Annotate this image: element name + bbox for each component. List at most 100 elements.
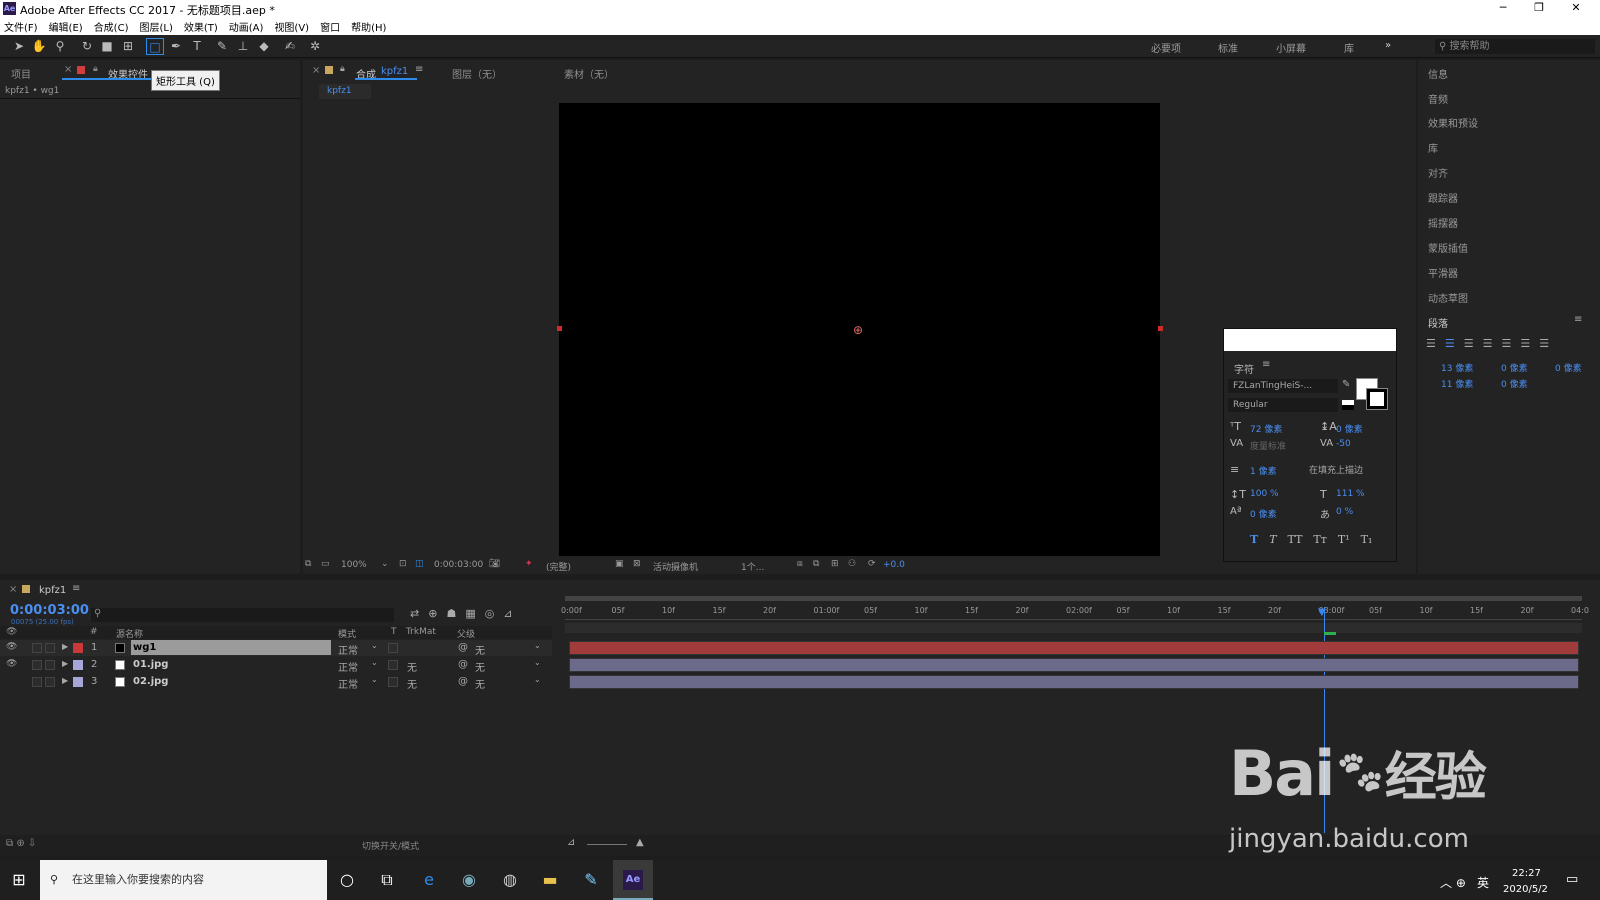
font-style-select[interactable]: Regular <box>1228 398 1338 412</box>
timeline-icon[interactable]: ⧉ <box>813 559 819 569</box>
workspace-libraries[interactable]: 库 <box>1344 40 1354 55</box>
panel-mask-interpolation[interactable]: 蒙版插值 <box>1428 240 1468 255</box>
menu-composition[interactable]: 合成(C) <box>94 19 129 34</box>
tab-layer[interactable]: 图层（无） <box>452 66 502 81</box>
paint-icon[interactable]: ✎ <box>576 865 606 895</box>
stroke-color-swatch[interactable] <box>1366 388 1388 410</box>
brush-tool-icon[interactable]: ✎ <box>213 38 231 55</box>
menu-help[interactable]: 帮助(H) <box>351 19 386 34</box>
solo-switch[interactable] <box>32 660 42 670</box>
label-color[interactable] <box>73 643 83 653</box>
expand-arrow-icon[interactable]: ▶ <box>62 642 68 651</box>
parent-select[interactable]: 无 <box>475 659 485 674</box>
time-ruler[interactable]: 0:00f 05f 10f 15f 20f 01:00f 05f 10f 15f 20f 02:00… <box>561 604 1589 620</box>
menu-window[interactable]: 窗口 <box>320 19 340 34</box>
align-right-icon[interactable]: ☰ <box>1464 337 1474 350</box>
layer-name[interactable]: wg1 <box>131 640 331 655</box>
track-matte-select[interactable]: 无 <box>407 659 417 674</box>
tray-icons[interactable]: ︿ ⊕ <box>1440 874 1466 891</box>
align-left-icon[interactable]: ☰ <box>1426 337 1436 350</box>
pen-tool-icon[interactable]: ✒ <box>167 38 185 55</box>
flowchart-icon[interactable]: ⊞ <box>831 559 839 569</box>
solo-switch[interactable] <box>32 677 42 687</box>
workspace-essentials[interactable]: 必要项 <box>1151 40 1181 55</box>
time-navigator[interactable] <box>565 623 1582 633</box>
grid-icon[interactable]: ⊡ <box>399 559 407 569</box>
pick-whip-icon[interactable]: @ <box>458 642 468 653</box>
leading-value[interactable]: 0 像素 <box>1336 422 1363 435</box>
snapshot-icon[interactable]: 📷︎ <box>489 559 500 569</box>
faux-bold-button[interactable]: T <box>1250 533 1258 546</box>
bounding-handle-left[interactable] <box>557 326 562 331</box>
preserve-transparency-switch[interactable] <box>388 643 398 653</box>
tab-footage[interactable]: 素材（无） <box>564 66 614 81</box>
layer-name[interactable]: 02.jpg <box>131 674 331 689</box>
layer-row[interactable]: 👁︎ ▶ 2 01.jpg 正常 ⌄ 无 @ 无 ⌄ <box>0 657 552 674</box>
exposure-value[interactable]: +0.0 <box>883 560 905 570</box>
workspace-small-screen[interactable]: 小屏幕 <box>1276 40 1306 55</box>
fast-previews-icon[interactable]: ⧈ <box>797 559 803 569</box>
justify-right-icon[interactable]: ☰ <box>1520 337 1530 350</box>
subscript-button[interactable]: T₁ <box>1361 533 1373 546</box>
windows-start-icon[interactable]: ⊞ <box>4 865 34 895</box>
mask-visibility-icon[interactable]: ◫ <box>415 559 424 569</box>
panel-paragraph[interactable]: 段落 <box>1428 315 1448 330</box>
preserve-transparency-switch[interactable] <box>388 660 398 670</box>
eraser-tool-icon[interactable]: ◆ <box>255 38 273 55</box>
panel-menu-icon[interactable]: ≡ <box>1574 314 1582 325</box>
selection-tool-icon[interactable]: ➤ <box>10 38 28 55</box>
zoom-tool-icon[interactable]: ⚲ <box>51 38 69 55</box>
shy-icon[interactable]: ☗ <box>446 607 456 620</box>
roto-brush-tool-icon[interactable]: ✍ <box>281 38 299 55</box>
panel-menu-icon[interactable]: ≡ <box>1262 359 1270 370</box>
character-panel-header[interactable] <box>1224 329 1396 351</box>
draft-3d-icon[interactable]: ⊕ <box>428 607 437 620</box>
tsume-value[interactable]: 0 % <box>1336 507 1353 517</box>
clock-time[interactable]: 22:27 <box>1512 868 1541 879</box>
clock-date[interactable]: 2020/5/2 <box>1503 884 1548 895</box>
panel-motion-sketch[interactable]: 动态草图 <box>1428 290 1468 305</box>
cortana-icon[interactable]: ○ <box>332 865 362 895</box>
eyedropper-icon[interactable]: ✎ <box>1342 379 1350 390</box>
close-comp-tab-icon[interactable]: × <box>312 65 320 76</box>
panel-wiggler[interactable]: 摇摆器 <box>1428 215 1458 230</box>
taskbar-search-input[interactable]: ⚲ 在这里输入你要搜索的内容 <box>40 860 327 900</box>
footer-icons[interactable]: ⧉ ⊕ ⇩ <box>6 838 36 849</box>
hand-tool-icon[interactable]: ✋ <box>30 38 48 55</box>
pick-whip-icon[interactable]: @ <box>458 659 468 670</box>
views-select[interactable]: 1个... <box>741 560 764 573</box>
panel-tracker[interactable]: 跟踪器 <box>1428 190 1458 205</box>
comp-subtab[interactable]: kpfz1 <box>319 84 371 99</box>
source-name-header[interactable]: 源名称 <box>116 627 143 640</box>
after-effects-taskbar-button[interactable]: Ae <box>613 860 653 900</box>
all-caps-button[interactable]: TT <box>1288 533 1303 546</box>
align-center-icon[interactable]: ☰ <box>1445 337 1455 350</box>
channel-icon[interactable]: ✦ <box>525 559 533 569</box>
always-preview-icon[interactable]: ⧉ <box>305 559 311 569</box>
justify-left-icon[interactable]: ☰ <box>1483 337 1493 350</box>
type-tool-icon[interactable]: T <box>188 38 206 55</box>
lock-switch[interactable] <box>45 677 55 687</box>
indent-left[interactable]: 13 像素 <box>1441 361 1473 374</box>
stroke-mode-select[interactable]: 在填充上描边 <box>1306 462 1392 476</box>
track-matte-select[interactable]: 无 <box>407 676 417 691</box>
lock-icon[interactable]: 🔒︎ <box>93 64 98 74</box>
zoom-out-icon[interactable]: ⊿ <box>567 837 575 848</box>
pick-whip-icon[interactable]: @ <box>458 676 468 687</box>
visibility-eye-icon[interactable]: 👁︎ <box>6 642 17 652</box>
blend-mode-select[interactable]: 正常 <box>338 642 358 657</box>
camera-tool-icon[interactable]: ■ <box>98 38 116 55</box>
panel-align[interactable]: 对齐 <box>1428 165 1448 180</box>
layer-search-input[interactable]: ⚲ <box>91 608 394 622</box>
superscript-button[interactable]: T¹ <box>1338 533 1350 546</box>
lock-switch[interactable] <box>45 643 55 653</box>
edge-browser-icon[interactable]: e <box>414 865 444 895</box>
comp-tab-name[interactable]: kpfz1 <box>381 66 408 77</box>
horizontal-scale-value[interactable]: 111 % <box>1336 489 1365 499</box>
expand-arrow-icon[interactable]: ▶ <box>62 659 68 668</box>
file-explorer-icon[interactable]: ▬ <box>535 865 565 895</box>
search-help-input[interactable]: ⚲ 搜索帮助 <box>1435 39 1595 54</box>
preserve-transparency-switch[interactable] <box>388 677 398 687</box>
solo-switch[interactable] <box>32 643 42 653</box>
blend-mode-select[interactable]: 正常 <box>338 676 358 691</box>
